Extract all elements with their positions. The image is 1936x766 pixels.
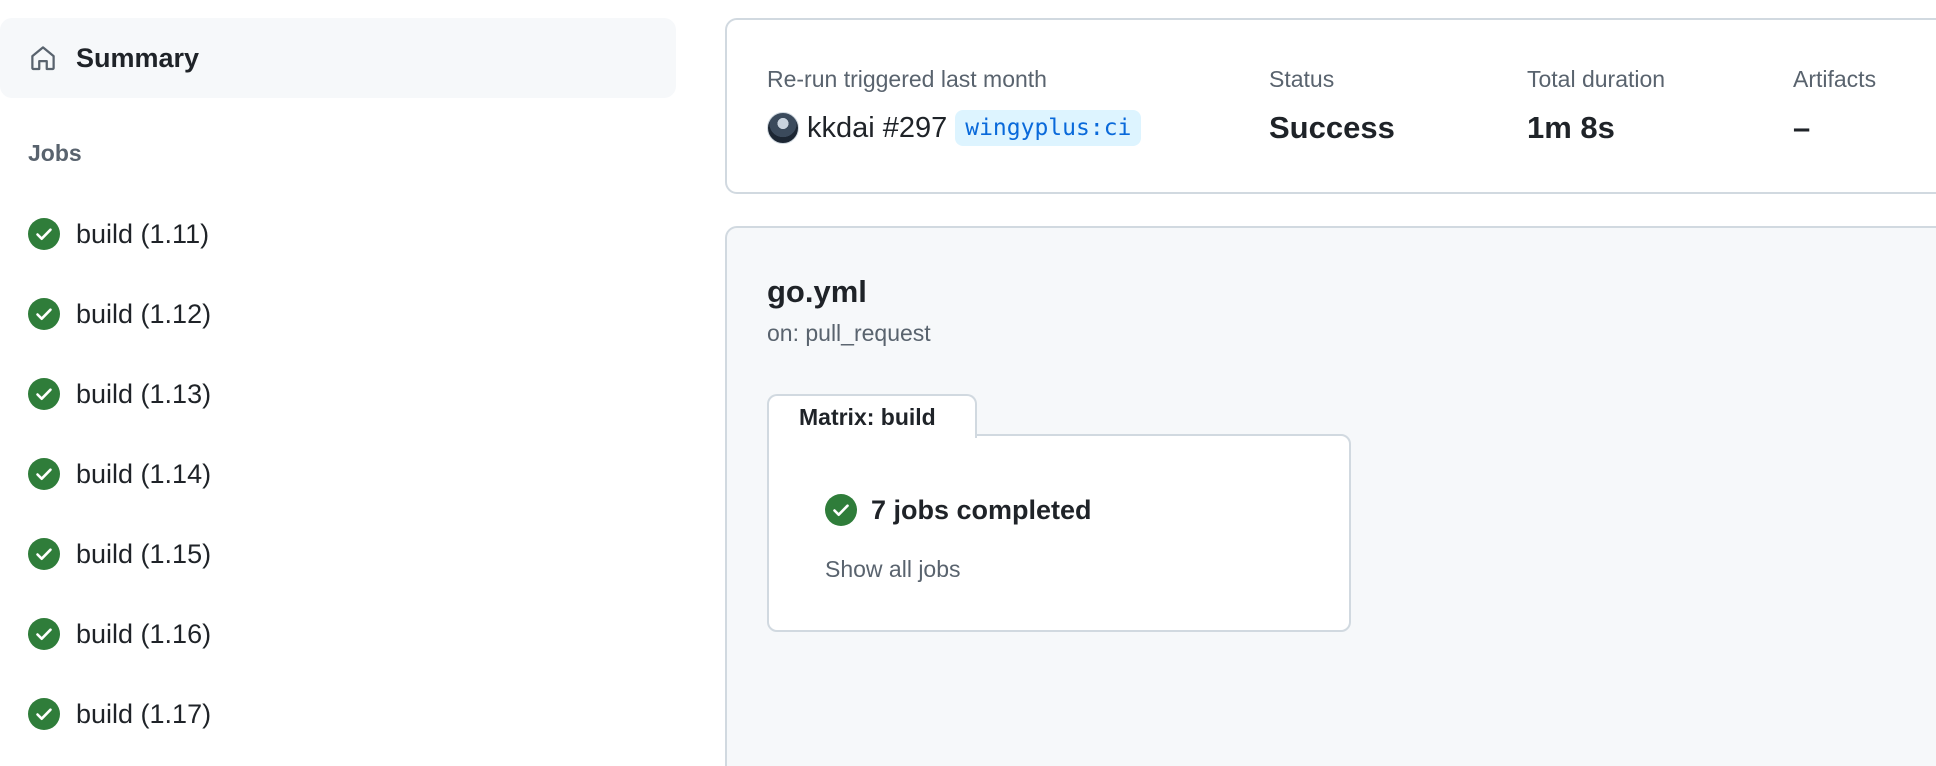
check-circle-icon — [825, 494, 857, 526]
duration-label: Total duration — [1527, 66, 1666, 92]
run-number[interactable]: #297 — [883, 112, 948, 145]
check-circle-icon — [28, 618, 60, 650]
trigger-row: kkdai #297 wingyplus:ci — [767, 108, 1142, 148]
matrix-status-row: 7 jobs completed — [825, 494, 1092, 526]
job-label: build (1.12) — [76, 298, 212, 329]
job-label: build (1.16) — [76, 618, 212, 649]
job-label: build (1.15) — [76, 538, 212, 569]
check-circle-icon — [28, 378, 60, 410]
sidebar-job-item[interactable]: build (1.15) — [0, 514, 676, 594]
matrix-tab: Matrix: build — [767, 394, 977, 438]
check-circle-icon — [28, 698, 60, 730]
jobs-completed-text: 7 jobs completed — [871, 494, 1092, 525]
job-label: build (1.14) — [76, 458, 212, 489]
page: Summary Jobs build (1.11) build (1.12) b… — [0, 0, 1936, 766]
workflow-name: go.yml — [767, 274, 867, 309]
sidebar-job-item[interactable]: build (1.17) — [0, 674, 676, 754]
sidebar-job-item[interactable]: build (1.11) — [0, 194, 676, 274]
sidebar-job-item[interactable]: build (1.14) — [0, 434, 676, 514]
branch-label[interactable]: wingyplus:ci — [955, 110, 1142, 146]
sidebar: Summary Jobs build (1.11) build (1.12) b… — [0, 0, 676, 766]
sidebar-job-item[interactable]: build (1.12) — [0, 274, 676, 354]
duration-value: 1m 8s — [1527, 110, 1615, 145]
check-circle-icon — [28, 218, 60, 250]
sidebar-job-item[interactable]: build (1.16) — [0, 594, 676, 674]
job-list: build (1.11) build (1.12) build (1.13) b… — [0, 194, 676, 754]
artifacts-label: Artifacts — [1793, 66, 1877, 92]
run-summary-card: Re-run triggered last month kkdai #297 w… — [725, 18, 1936, 194]
job-label: build (1.11) — [76, 218, 210, 249]
show-all-jobs-button[interactable]: Show all jobs — [825, 556, 961, 583]
status-label: Status — [1269, 66, 1335, 92]
workflow-trigger: on: pull_request — [767, 320, 931, 346]
check-circle-icon — [28, 538, 60, 570]
check-circle-icon — [28, 458, 60, 490]
trigger-label: Re-run triggered last month — [767, 66, 1047, 92]
status-value: Success — [1269, 110, 1395, 145]
matrix-box[interactable]: 7 jobs completed Show all jobs — [767, 434, 1351, 632]
actor-name[interactable]: kkdai — [807, 112, 875, 145]
jobs-heading: Jobs — [28, 140, 82, 166]
artifacts-column: Artifacts – — [1793, 64, 1876, 148]
avatar[interactable] — [767, 112, 799, 144]
trigger-column: Re-run triggered last month kkdai #297 w… — [767, 64, 1142, 148]
home-icon — [28, 42, 60, 74]
sidebar-item-summary[interactable]: Summary — [0, 18, 676, 98]
workflow-graph-card: go.yml on: pull_request Matrix: build 7 … — [725, 226, 1936, 766]
job-label: build (1.13) — [76, 378, 212, 409]
duration-column: Total duration 1m 8s — [1527, 64, 1665, 148]
check-circle-icon — [28, 298, 60, 330]
artifacts-value: – — [1793, 110, 1811, 145]
sidebar-job-item[interactable]: build (1.13) — [0, 354, 676, 434]
sidebar-item-label: Summary — [76, 42, 200, 73]
job-label: build (1.17) — [76, 698, 212, 729]
status-column: Status Success — [1269, 64, 1395, 148]
